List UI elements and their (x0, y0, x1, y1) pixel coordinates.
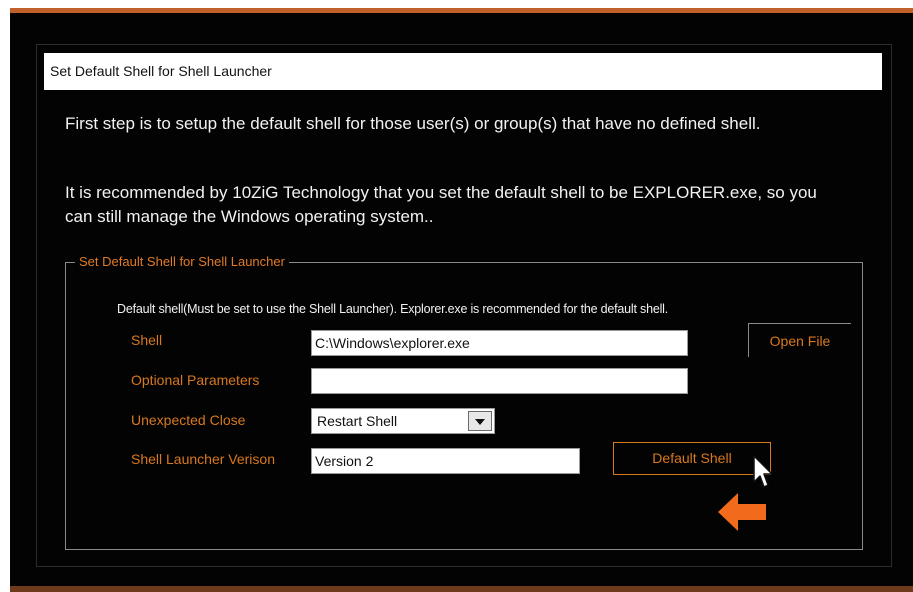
left-arrow-icon (718, 493, 766, 531)
unexpected-close-value: Restart Shell (317, 413, 398, 429)
shell-label: Shell (131, 332, 163, 348)
shell-launcher-version-label: Shell Launcher Verison (131, 451, 275, 467)
chevron-down-icon[interactable] (468, 411, 492, 431)
mouse-pointer-icon (753, 455, 773, 488)
intro-paragraph-2: It is recommended by 10ZiG Technology th… (65, 183, 817, 226)
unexpected-close-label: Unexpected Close (131, 412, 246, 428)
optional-parameters-input[interactable] (311, 368, 688, 394)
shell-input[interactable]: C:\Windows\explorer.exe (311, 330, 688, 356)
intro-paragraph-1: First step is to setup the default shell… (65, 114, 761, 133)
optional-parameters-label: Optional Parameters (131, 372, 260, 388)
open-file-button[interactable]: Open File (748, 323, 851, 357)
shell-launcher-version-input[interactable]: Version 2 (311, 448, 580, 474)
window-bottom-edge (10, 586, 913, 592)
unexpected-close-select[interactable]: Restart Shell (311, 408, 495, 434)
default-shell-button[interactable]: Default Shell (613, 442, 771, 475)
dialog-title: Set Default Shell for Shell Launcher (44, 53, 882, 90)
groupbox-title: Set Default Shell for Shell Launcher (75, 253, 289, 271)
groupbox-description: Default shell(Must be set to use the She… (117, 302, 669, 316)
